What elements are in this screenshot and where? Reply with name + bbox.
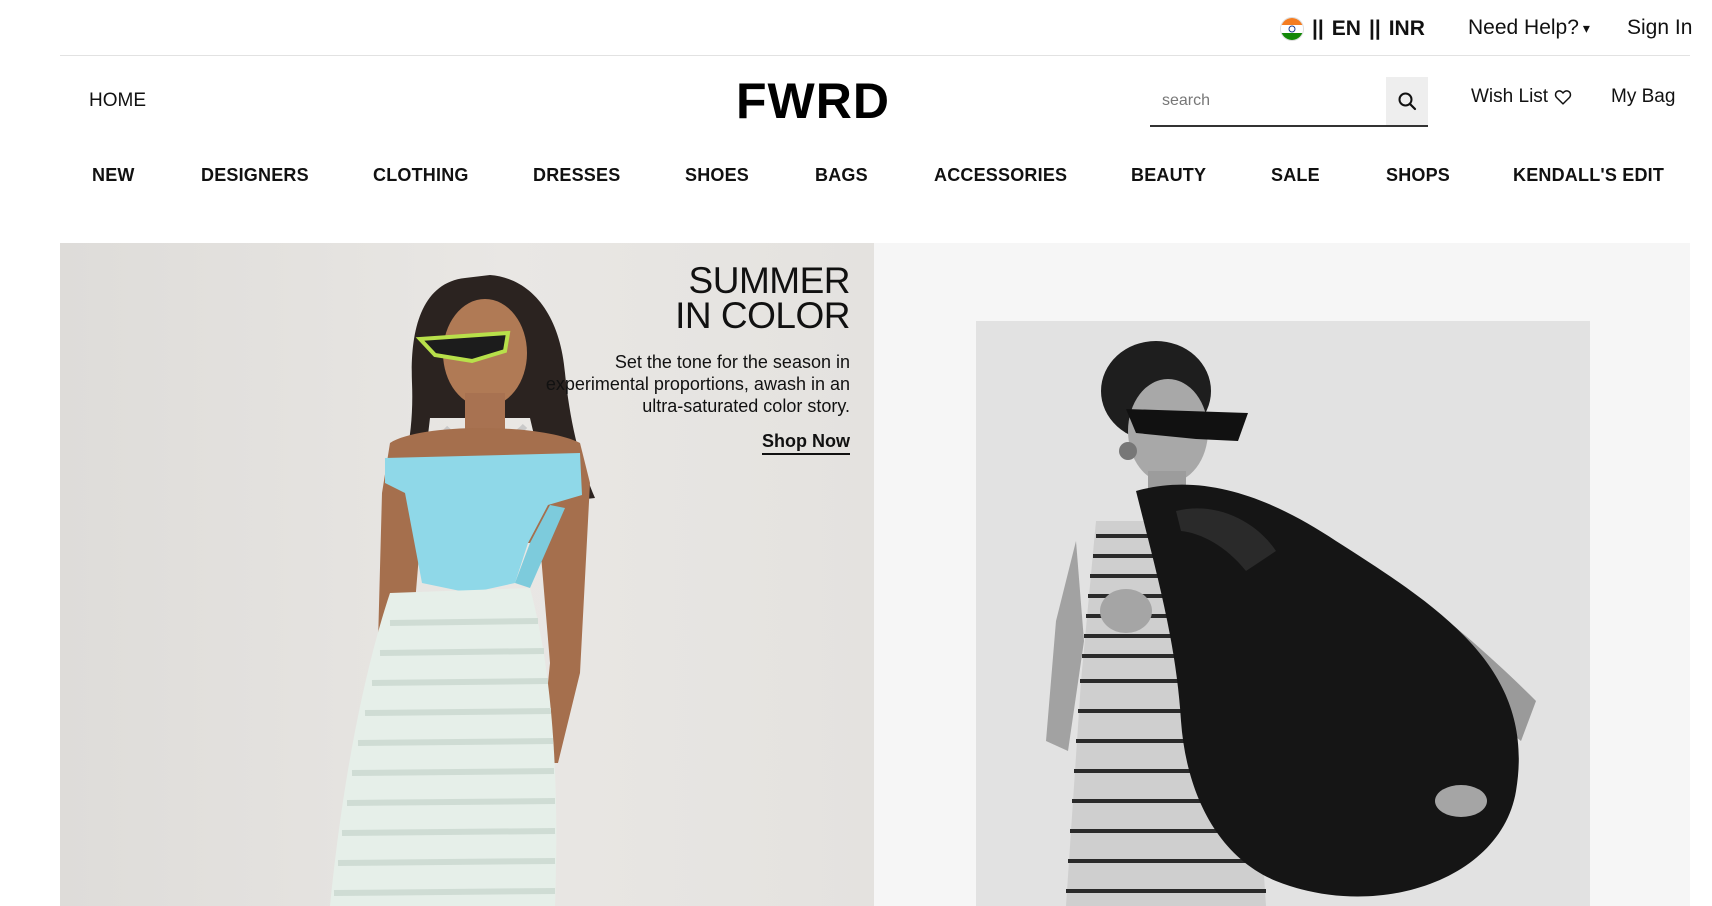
shop-now-link[interactable]: Shop Now xyxy=(762,431,850,455)
hero-banner-bags[interactable] xyxy=(874,243,1690,906)
search-box xyxy=(1150,77,1428,127)
hero-title-line-1: SUMMER xyxy=(688,260,851,301)
heart-icon xyxy=(1554,90,1572,105)
hero-title-line-2: IN COLOR xyxy=(675,295,850,336)
india-flag-icon xyxy=(1280,17,1304,41)
nav-item-designers[interactable]: DESIGNERS xyxy=(201,165,309,186)
nav-item-sale[interactable]: SALE xyxy=(1271,165,1320,186)
nav-item-new[interactable]: NEW xyxy=(92,165,135,186)
hero-text-block: SUMMER IN COLOR Set the tone for the sea… xyxy=(520,260,851,455)
hero-title: SUMMER IN COLOR xyxy=(520,260,851,336)
currency-label: INR xyxy=(1388,17,1425,40)
wishlist-link[interactable]: Wish List xyxy=(1471,86,1572,108)
site-logo[interactable]: FWRD xyxy=(736,72,890,130)
need-help-label: Need Help? xyxy=(1468,16,1579,39)
nav-item-beauty[interactable]: BEAUTY xyxy=(1131,165,1206,186)
locale-selector[interactable]: || EN || INR xyxy=(1280,14,1425,44)
nav-item-kendalls-edit[interactable]: KENDALL'S EDIT xyxy=(1513,165,1664,186)
utility-bar xyxy=(60,0,1690,56)
locale-separator-2: || xyxy=(1368,17,1381,40)
search-button[interactable] xyxy=(1386,77,1428,125)
caret-down-icon: ▾ xyxy=(1582,19,1590,36)
wishlist-label: Wish List xyxy=(1471,86,1549,107)
language-label: EN xyxy=(1331,17,1361,40)
category-nav: NEW DESIGNERS CLOTHING DRESSES SHOES BAG… xyxy=(60,160,1690,190)
need-help-menu[interactable]: Need Help? ▾ xyxy=(1468,16,1590,40)
nav-item-clothing[interactable]: CLOTHING xyxy=(373,165,469,186)
locale-separator-1: || xyxy=(1312,17,1324,40)
home-link[interactable]: HOME xyxy=(89,90,146,112)
hero-description: Set the tone for the season in experimen… xyxy=(545,352,850,416)
sign-in-link[interactable]: Sign In xyxy=(1627,16,1692,40)
hero-bag-model-image xyxy=(976,321,1590,906)
hero-photo-frame xyxy=(976,321,1590,906)
nav-item-bags[interactable]: BAGS xyxy=(815,165,868,186)
search-icon xyxy=(1398,92,1417,111)
nav-item-shops[interactable]: SHOPS xyxy=(1386,165,1450,186)
nav-item-dresses[interactable]: DRESSES xyxy=(533,165,620,186)
my-bag-link[interactable]: My Bag xyxy=(1611,86,1675,108)
search-input[interactable] xyxy=(1150,77,1386,125)
nav-item-accessories[interactable]: ACCESSORIES xyxy=(934,165,1067,186)
hero-banner-summer[interactable]: SUMMER IN COLOR Set the tone for the sea… xyxy=(60,243,874,906)
nav-item-shoes[interactable]: SHOES xyxy=(685,165,749,186)
